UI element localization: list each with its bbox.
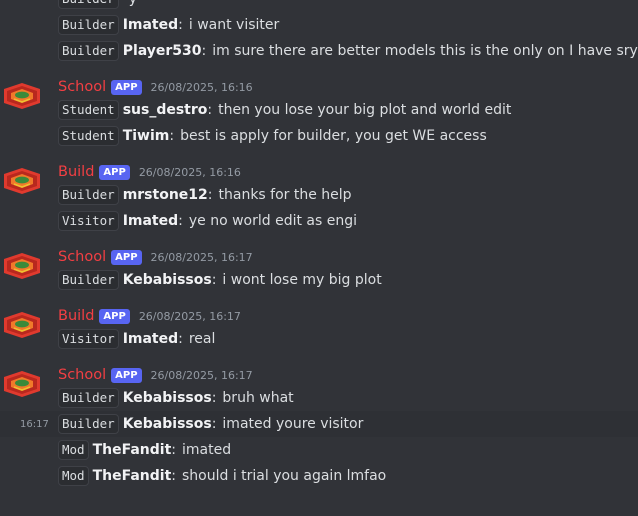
- message-line[interactable]: Student Tiwim: best is apply for builder…: [58, 123, 638, 149]
- message-line[interactable]: Builder Imated: i want visiter: [58, 12, 638, 38]
- role-tag: Mod: [58, 466, 89, 486]
- message-line[interactable]: Visitor Imated: ye no world edit as engi: [58, 208, 638, 234]
- role-tag: Mod: [58, 440, 89, 460]
- message-text: ye no world edit as engi: [188, 213, 358, 229]
- message-group: Build APP 26/08/2025, 16:17 Visitor Imat…: [0, 306, 638, 352]
- message-text: should i trial you again lmfao: [181, 468, 387, 484]
- message-line[interactable]: Builder Kebabissos: i wont lose my big p…: [58, 267, 638, 293]
- app-badge: APP: [111, 367, 142, 383]
- message-header: School APP 26/08/2025, 16:17: [58, 247, 638, 267]
- bot-avatar-icon[interactable]: [3, 80, 41, 112]
- username[interactable]: Imated: [123, 17, 178, 33]
- message-header: Build APP 26/08/2025, 16:16: [58, 162, 638, 182]
- hover-timestamp[interactable]: 16:17: [20, 419, 49, 430]
- app-badge: APP: [111, 79, 142, 95]
- message-text: im sure there are better models this is …: [212, 43, 638, 59]
- username[interactable]: TheFandit: [93, 468, 172, 484]
- message-text: best is apply for builder, you get WE ac…: [180, 128, 487, 144]
- message-text: bruh what: [222, 390, 294, 406]
- role-tag: Builder: [58, 0, 119, 9]
- timestamp[interactable]: 26/08/2025, 16:17: [151, 251, 253, 264]
- bot-avatar-icon[interactable]: [3, 368, 41, 400]
- bot-avatar-icon[interactable]: [3, 250, 41, 282]
- app-badge: APP: [111, 249, 142, 265]
- message-line[interactable]: Builder Kebabissos: bruh what: [58, 385, 638, 411]
- bot-avatar-icon[interactable]: [3, 165, 41, 197]
- message-group: School APP 26/08/2025, 16:17 Builder Keb…: [0, 365, 638, 489]
- message-line[interactable]: Mod TheFandit: should i trial you again …: [58, 463, 638, 489]
- message-group: School APP 26/08/2025, 16:16 Student sus…: [0, 77, 638, 149]
- role-tag: Builder: [58, 414, 119, 434]
- role-tag: Visitor: [58, 211, 119, 231]
- role-tag: Student: [58, 100, 119, 120]
- message-line[interactable]: Student sus_destro: then you lose your b…: [58, 97, 638, 123]
- role-tag: Builder: [58, 15, 119, 35]
- message-text: imated youre visitor: [222, 416, 364, 432]
- role-tag: Builder: [58, 185, 119, 205]
- username[interactable]: Kebabissos: [123, 272, 212, 288]
- role-tag: Builder: [58, 388, 119, 408]
- role-tag: Builder: [58, 270, 119, 290]
- username[interactable]: Player530: [123, 43, 202, 59]
- username[interactable]: Kebabissos: [123, 416, 212, 432]
- message-text: thanks for the help: [218, 187, 352, 203]
- message-header: Build APP 26/08/2025, 16:17: [58, 306, 638, 326]
- username[interactable]: Kebabissos: [123, 390, 212, 406]
- message-line[interactable]: Builder mrstone12: thanks for the help: [58, 182, 638, 208]
- message-text: i want visiter: [188, 17, 280, 33]
- username[interactable]: Imated: [123, 331, 178, 347]
- timestamp[interactable]: 26/08/2025, 16:16: [139, 166, 241, 179]
- role-tag: Student: [58, 126, 119, 146]
- author-name[interactable]: School: [58, 367, 106, 383]
- username[interactable]: TheFandit: [93, 442, 172, 458]
- message-text: real: [188, 331, 216, 347]
- username[interactable]: sus_destro: [123, 102, 208, 118]
- timestamp[interactable]: 26/08/2025, 16:16: [151, 81, 253, 94]
- message-text: i wont lose my big plot: [222, 272, 382, 288]
- message-text: then you lose your big plot and world ed…: [218, 102, 512, 118]
- app-badge: APP: [99, 308, 130, 324]
- message-line[interactable]: Builder y: [58, 0, 638, 12]
- role-tag: Visitor: [58, 329, 119, 349]
- timestamp[interactable]: 26/08/2025, 16:17: [151, 369, 253, 382]
- author-name[interactable]: Build: [58, 164, 94, 180]
- message-text: y: [129, 0, 137, 7]
- author-name[interactable]: Build: [58, 308, 94, 324]
- message-line[interactable]: Mod TheFandit: imated: [58, 437, 638, 463]
- message-line[interactable]: Builder Player530: im sure there are bet…: [58, 38, 638, 64]
- username[interactable]: Tiwim: [123, 128, 170, 144]
- message-group: Builder y Builder Imated: i want visiter…: [0, 0, 638, 64]
- message-text: imated: [181, 442, 232, 458]
- chat-log: Builder y Builder Imated: i want visiter…: [0, 0, 638, 489]
- author-name[interactable]: School: [58, 79, 106, 95]
- app-badge: APP: [99, 164, 130, 180]
- username[interactable]: mrstone12: [123, 187, 208, 203]
- role-tag: Builder: [58, 41, 119, 61]
- message-line-hovered[interactable]: 16:17 Builder Kebabissos: imated youre v…: [0, 411, 638, 437]
- message-group: School APP 26/08/2025, 16:17 Builder Keb…: [0, 247, 638, 293]
- timestamp[interactable]: 26/08/2025, 16:17: [139, 310, 241, 323]
- bot-avatar-icon[interactable]: [3, 309, 41, 341]
- message-line[interactable]: Visitor Imated: real: [58, 326, 638, 352]
- username[interactable]: Imated: [123, 213, 178, 229]
- author-name[interactable]: School: [58, 249, 106, 265]
- message-group: Build APP 26/08/2025, 16:16 Builder mrst…: [0, 162, 638, 234]
- message-header: School APP 26/08/2025, 16:16: [58, 77, 638, 97]
- message-header: School APP 26/08/2025, 16:17: [58, 365, 638, 385]
